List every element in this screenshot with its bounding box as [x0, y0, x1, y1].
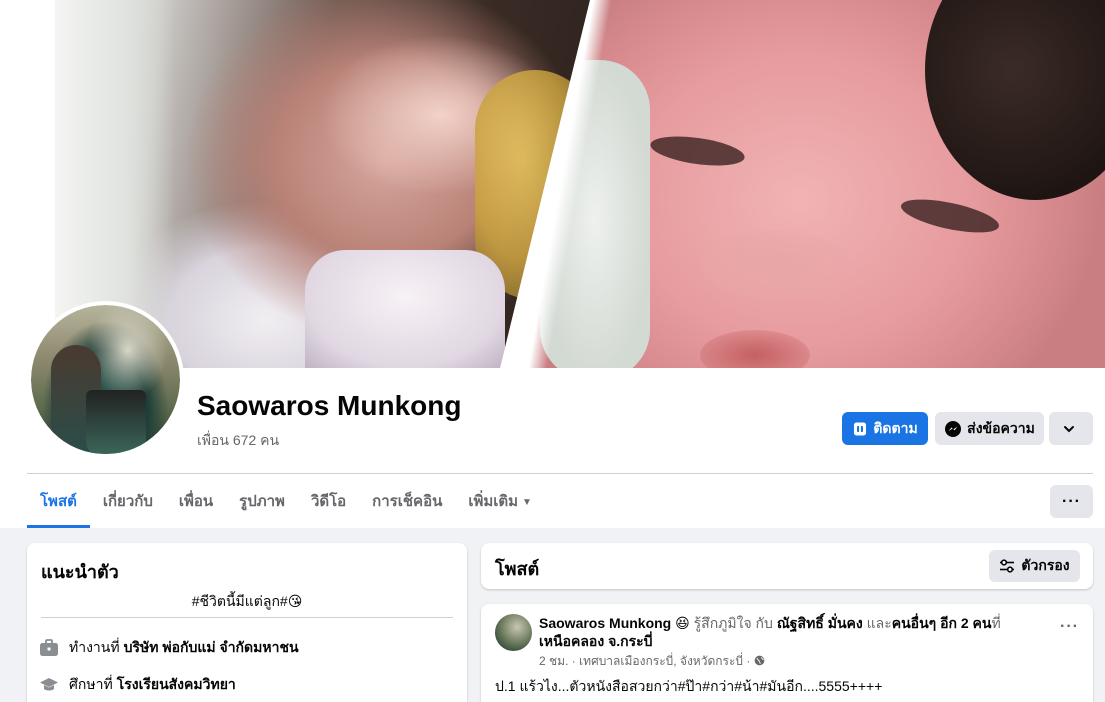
study-info: ศึกษาที่ โรงเรียนสังคมวิทยา — [39, 674, 236, 696]
tagged-friend-link[interactable]: ณัฐสิทธิ์ มั่นคง — [777, 615, 863, 631]
message-label: ส่งข้อความ — [967, 419, 1035, 436]
tab-more[interactable]: เพิ่มเติม ▼ — [455, 484, 545, 528]
header-divider — [27, 473, 1093, 474]
posts-header-card: โพสต์ ตัวกรอง — [481, 543, 1093, 589]
post-and: และ — [866, 615, 892, 631]
intro-title: แนะนำตัว — [41, 562, 119, 582]
filter-button[interactable]: ตัวกรอง — [989, 550, 1080, 582]
bio-divider — [41, 617, 453, 618]
work-info: ทำงานที่ บริษัท พ่อกับแม่ จำกัดมหาชน — [39, 637, 299, 659]
messenger-icon — [945, 420, 962, 437]
message-button[interactable]: ส่งข้อความ — [935, 412, 1044, 445]
ellipsis-icon: ··· — [1062, 492, 1081, 510]
intro-card: แนะนำตัว #ชีวิตนี้มีแต่ลูก#😘 ทำงานที่ บร… — [27, 543, 467, 702]
tagged-others-link[interactable]: คนอื่นๆ อีก 2 คน — [892, 615, 992, 631]
tab-photos[interactable]: รูปภาพ — [226, 484, 298, 528]
tab-checkins[interactable]: การเช็คอิน — [359, 484, 455, 528]
filter-sliders-icon — [1000, 559, 1015, 573]
cover-photo[interactable] — [0, 0, 1105, 368]
tab-videos[interactable]: วิดีโอ — [298, 484, 359, 528]
work-prefix: ทำงานที่ — [69, 639, 120, 655]
post-timestamp-location[interactable]: 2 ชม. · เทศบาลเมืองกระบี่, จังหวัดกระบี่… — [539, 654, 750, 668]
post-options-button[interactable]: ··· — [1060, 618, 1079, 636]
filter-label: ตัวกรอง — [1021, 557, 1070, 573]
profile-options-button[interactable] — [1049, 412, 1093, 445]
follow-button[interactable]: ติดตาม — [842, 412, 928, 445]
post-author-avatar[interactable] — [495, 614, 532, 651]
caret-down-icon: ▼ — [522, 497, 532, 508]
feeling-emoji-icon: 😆 — [675, 615, 690, 631]
follow-icon — [854, 422, 867, 435]
work-place-link[interactable]: บริษัท พ่อกับแม่ จำกัดมหาชน — [124, 637, 299, 659]
chevron-down-icon — [1063, 425, 1074, 432]
profile-name: Saowaros Munkong — [197, 390, 462, 421]
study-place-link[interactable]: โรงเรียนสังคมวิทยา — [117, 674, 236, 696]
intro-bio: #ชีวิตนี้มีแต่ลูก#😘 — [191, 593, 303, 609]
tab-friends[interactable]: เพื่อน — [166, 484, 226, 528]
posts-title: โพสต์ — [495, 559, 540, 579]
post-place-link[interactable]: เหนือคลอง จ.กระบี่ — [539, 633, 653, 649]
profile-avatar[interactable] — [27, 301, 184, 458]
profile-tabs: โพสต์ เกี่ยวกับ เพื่อน รูปภาพ วิดีโอ การ… — [27, 484, 545, 528]
study-prefix: ศึกษาที่ — [69, 676, 113, 692]
tab-about[interactable]: เกี่ยวกับ — [90, 484, 166, 528]
post-card: Saowaros Munkong 😆 รู้สึกภูมิใจ กับ ณัฐส… — [481, 604, 1093, 702]
ellipsis-icon: ··· — [1060, 618, 1079, 635]
globe-icon — [754, 655, 765, 666]
post-at: ที่ — [991, 615, 1001, 631]
friend-count[interactable]: เพื่อน 672 คน — [197, 430, 279, 452]
tab-posts[interactable]: โพสต์ — [27, 484, 90, 528]
post-meta: 2 ชม. · เทศบาลเมืองกระบี่, จังหวัดกระบี่… — [539, 652, 765, 671]
cover-margin — [0, 0, 55, 368]
follow-label: ติดตาม — [873, 419, 918, 436]
more-options-button[interactable]: ··· — [1050, 485, 1093, 518]
post-header: Saowaros Munkong 😆 รู้สึกภูมิใจ กับ ณัฐส… — [539, 614, 1019, 650]
cover-photo-right-baby — [500, 0, 1105, 368]
post-text: ป.1 แร้วไง...ตัวหนังสือสวยกว่า#ป๊า#กว่า#… — [495, 678, 883, 694]
graduation-cap-icon — [39, 675, 59, 695]
post-author-name[interactable]: Saowaros Munkong — [539, 615, 671, 631]
post-feeling: รู้สึกภูมิใจ กับ — [693, 615, 773, 631]
briefcase-icon — [39, 638, 59, 658]
